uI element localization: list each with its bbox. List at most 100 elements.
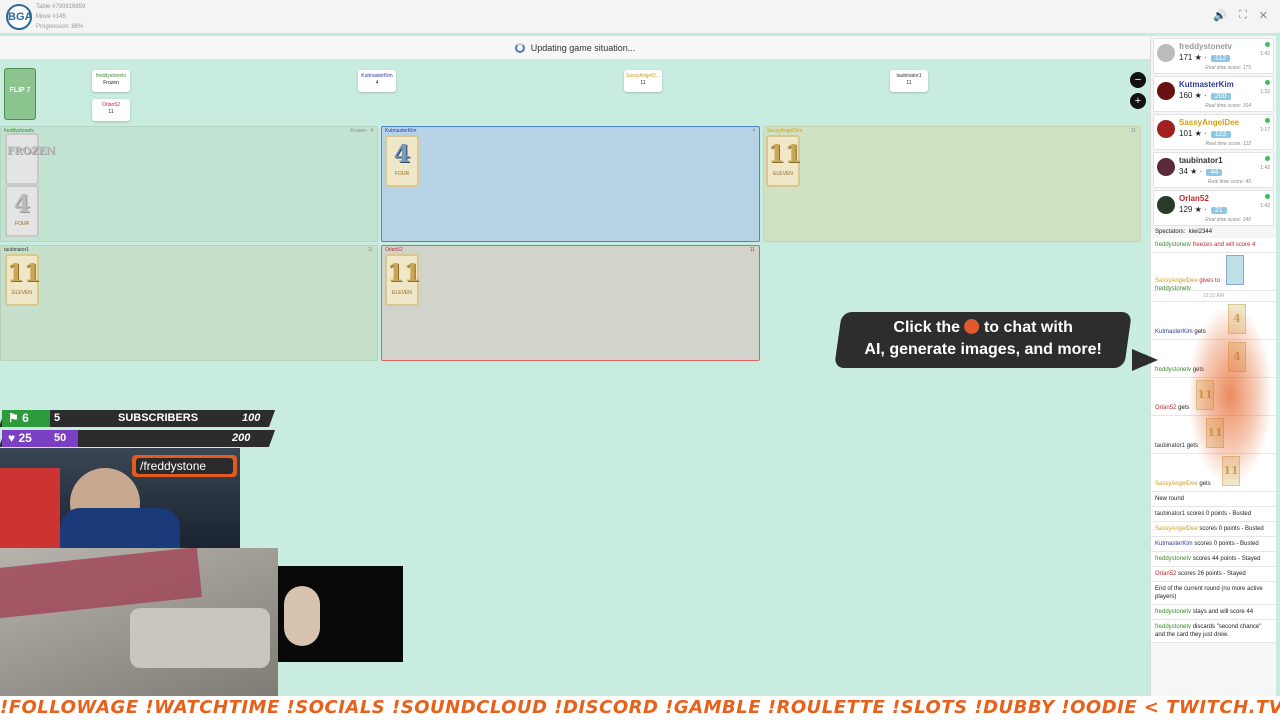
log-entry: freddystonetv freezes and will score 4 [1151,238,1276,253]
zone-label: Orlan52 [385,247,403,253]
player-tag-freddystonetv: freddystonetv Frozen [92,70,130,92]
player-score: 129 ★ · 21 [1179,205,1227,214]
volume-icon[interactable]: 🔊 [1213,9,1227,22]
callout-text: Click the [893,319,961,336]
zoom-in-icon[interactable]: + [1130,93,1146,109]
card-11: 11 ELEVEN [766,135,802,187]
tag-sub: 11 [108,109,114,115]
log-entry: SassyAngelDee scores 0 points - Busted [1151,522,1276,537]
card-thumbnail: 4 [1228,304,1246,334]
streamer-handle: /freddystone [136,458,233,474]
zone-score: 11 [1130,128,1136,134]
basketball-icon[interactable] [964,319,980,334]
card-value: 4 [393,139,411,168]
command-ticker: !FOLLOWAGE !WATCHTIME !SOCIALS !SOUNDCLO… [0,696,1280,720]
close-icon[interactable]: ✕ [1259,9,1268,22]
avatar [1157,158,1175,176]
cushion-decor [130,608,270,668]
hand-shape [284,586,320,646]
log-entry: taubinator1 scores 0 points - Busted [1151,507,1276,522]
card-word: ELEVEN [773,171,793,177]
zone-label: taubinator1 [4,247,30,253]
progression: Progression: 86% [36,24,84,30]
card-value: 11 [768,139,802,168]
player-score: 34 ★ · 44 [1179,167,1223,176]
sub-label: SUBSCRIBERS [118,412,199,424]
player-status: 1:32 [1256,80,1270,96]
player-name[interactable]: SassyAngelDee [1179,118,1239,127]
log-entry: freddystonetv gets 4 [1151,340,1276,378]
tag-name: SassyAngelD... [625,73,661,79]
player-tag-taubinator1: taubinator1 11 [890,70,928,92]
player-card-taubinator1[interactable]: taubinator1 34 ★ · 44 Real time score: 4… [1153,152,1274,188]
tag-sub: Frozen [103,80,119,86]
sub-current: 5 [54,412,61,424]
card-word: ELEVEN [12,290,32,296]
sub-goal: 100 [242,412,261,424]
card-thumbnail: 11 [1196,380,1214,410]
log-entry: freddystonetv stays and will score 44 [1151,605,1276,620]
sub-count: ⚑ 6 [8,411,29,425]
tag-name: freddystonetv [95,73,127,79]
card-word: ELEVEN [392,290,412,296]
player-status: 1:42 [1256,194,1270,210]
tag-sub: 11 [906,80,912,86]
draw-deck[interactable]: FLIP 7 [4,68,36,120]
player-card-orlan52[interactable]: Orlan52 129 ★ · 21 Real time score: 140 … [1153,190,1274,226]
zone-orlan52: Orlan52 11 11 ELEVEN [381,245,760,361]
tag-name: KutmasterKim [361,73,393,79]
couch-camera [0,548,278,696]
real-time-score: Real time score: 175 [1205,65,1251,71]
player-score: 101 ★ · 122 [1179,129,1231,138]
player-card-sassyangeldee[interactable]: SassyAngelDee 101 ★ · 122 Real time scor… [1153,114,1274,150]
bga-logo[interactable]: BGA [6,4,32,30]
table-info: Table #790816859 Move #145 Progression: … [36,2,85,32]
log-entry: Orlan52 scores 26 points - Stayed [1151,567,1276,582]
zone-score: 11 [749,247,755,253]
player-status: 1:42 [1256,156,1270,172]
zone-label: SassyAngelDee [767,128,803,134]
card-thumbnail: 11 [1206,418,1224,448]
card-4: 4 FOUR [5,185,39,237]
hand-camera [278,566,403,662]
player-name[interactable]: taubinator1 [1179,156,1223,165]
card-value: 11 [7,258,41,287]
card-thumbnail [1226,255,1244,285]
log-entry: Orlan52 gets 11 [1151,378,1276,416]
card-thumbnail: 4 [1228,342,1246,372]
card-11: 11 ELEVEN [385,254,420,306]
flag-decor [0,468,60,548]
fullscreen-icon[interactable]: ⛶ [1239,9,1247,22]
log-entry: freddystonetv discards "second chance" a… [1151,620,1276,643]
player-card-freddystonetv[interactable]: freddystonetv 171 ★ · 112 Real time scor… [1153,38,1274,74]
player-name[interactable]: Orlan52 [1179,194,1209,203]
callout-text: AI, generate images, and more! [864,341,1102,358]
zone-score: 4 [752,128,755,134]
follower-current: 50 [54,432,67,444]
loading-spinner-icon [514,42,525,53]
callout-arrow-icon [1132,349,1158,371]
follower-goal: 200 [232,432,251,444]
avatar [1157,82,1175,100]
streamer-jersey [60,508,180,548]
zone-score: Frozen · 4 [350,128,373,134]
zoom-out-icon[interactable]: − [1130,72,1146,88]
log-entry: New round [1151,492,1276,507]
avatar [1157,44,1175,62]
zone-score: 11 [367,247,373,253]
log-entry: SassyAngelDee gets 11 [1151,454,1276,492]
player-name[interactable]: KutmasterKim [1179,80,1234,89]
player-tag-orlan52: Orlan52 11 [92,99,130,121]
chat-ai-callout: Click the to chat with AI, generate imag… [834,312,1132,368]
real-time-score: Real time score: 45 [1207,179,1251,185]
follower-count: ♥ 25 [8,431,32,445]
player-score: 171 ★ · 112 [1179,53,1231,62]
zone-kutmasterkim: KutmasterKim 4 4 FOUR [381,126,760,242]
player-tag-sassyangeldee: SassyAngelD... 11 [624,70,662,92]
card-word: FOUR [394,171,410,177]
player-name[interactable]: freddystonetv [1179,42,1232,51]
card-frozen: FROZEN [5,133,55,185]
player-status: 1:17 [1256,118,1270,134]
player-card-kutmasterkim[interactable]: KutmasterKim 160 ★ · 200 Real time score… [1153,76,1274,112]
table-number: Table #790816859 [36,4,86,10]
